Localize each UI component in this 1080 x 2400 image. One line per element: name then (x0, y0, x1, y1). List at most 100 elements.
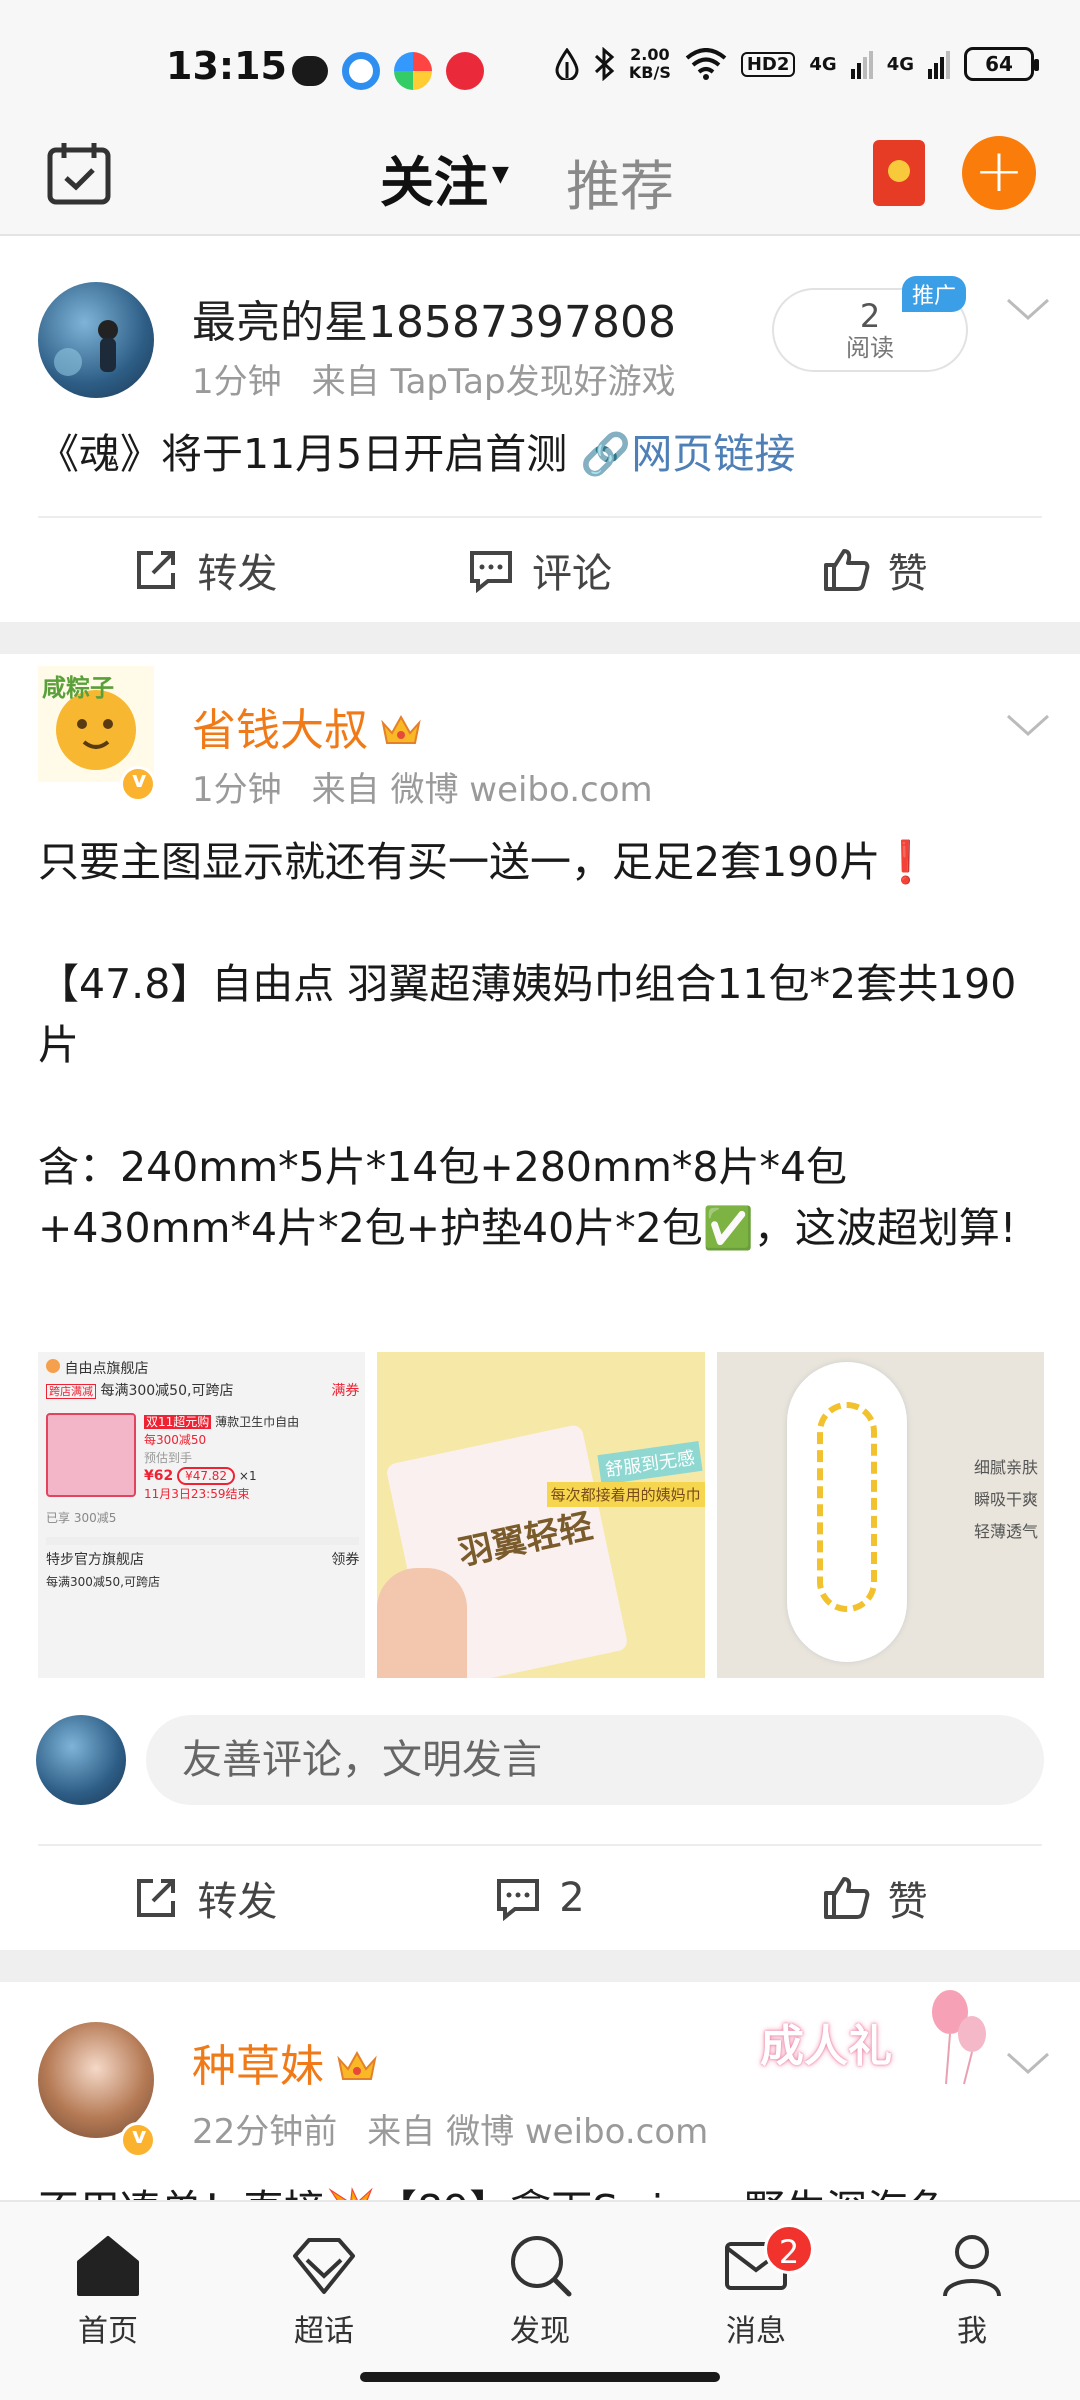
post-time: 22分钟前 (192, 2112, 338, 2152)
user-icon (943, 2235, 1001, 2297)
web-link-label: 网页链接 (631, 430, 796, 478)
comment-input[interactable]: 友善评论，文明发言 (146, 1715, 1044, 1805)
post-actions: 转发 2 赞 (38, 1844, 1042, 1950)
username[interactable]: 种草妹 (192, 2030, 378, 2094)
birthday-badge: 成人礼 (750, 1988, 990, 2088)
search-icon (511, 2236, 572, 2297)
signal-1: 4G (809, 53, 837, 75)
post-source[interactable]: 来自 微博 weibo.com (312, 770, 653, 810)
comment-button[interactable]: 评论 (373, 518, 708, 622)
price-main: ¥62 (144, 1468, 174, 1484)
nav-messages-label: 消息 (726, 2314, 786, 2349)
post-time: 1分钟 (192, 770, 282, 810)
promo-line: 跨店满减 每满300减50,可跨店 满券 (46, 1380, 359, 1403)
quantity: ×1 (238, 1469, 257, 1483)
post-meta: 1分钟 来自 TapTap发现好游戏 (192, 354, 676, 403)
repost-button[interactable]: 转发 (38, 1846, 373, 1950)
comment-count: 2 (559, 1875, 585, 1921)
vip-crown-icon (337, 2050, 377, 2080)
chevron-down-icon[interactable] (1006, 2052, 1050, 2076)
tab-follow[interactable]: 关注 ▼ (378, 138, 509, 217)
nav-home[interactable]: 首页 (38, 2230, 178, 2350)
image-caption: 舒服到无感 (597, 1441, 703, 1485)
bottom-navigation: 首页 超话 发现 消息 2 我 (0, 2200, 1080, 2400)
web-link[interactable]: 🔗网页链接 (580, 430, 795, 478)
red-packet-icon[interactable] (873, 140, 925, 206)
post-image[interactable]: 细腻亲肤 瞬吸干爽 轻薄透气 (716, 1352, 1044, 1678)
discount-tag: 每300减50 (144, 1433, 207, 1447)
comment-icon (470, 551, 512, 593)
promo-text: 每满300减50,可跨店 (100, 1383, 234, 1399)
status-bar: 13:15 2.00 KB/S HD2 4G 4G 64 (0, 0, 1080, 130)
price-after: ¥47.82 (177, 1467, 236, 1485)
wechat-icon (292, 56, 328, 86)
chevron-down-icon[interactable] (1006, 714, 1050, 738)
username[interactable]: 省钱大叔 (192, 694, 422, 758)
dropdown-caret-icon: ▼ (492, 162, 509, 187)
post-source[interactable]: 来自 微博 weibo.com (367, 2112, 708, 2152)
like-button[interactable]: 赞 (707, 1846, 1042, 1950)
my-avatar (36, 1715, 126, 1805)
post-image[interactable]: 羽翼轻轻 舒服到无感 每次都接着用的姨妈巾 (377, 1352, 705, 1678)
tab-follow-label: 关注 (380, 151, 488, 214)
post-image[interactable]: 自由点旗舰店 跨店满减 每满300减50,可跨店 满券 双11超元购 薄款卫生巾… (38, 1352, 366, 1678)
repost-button[interactable]: 转发 (38, 518, 373, 622)
shop-name-label: 自由点旗舰店 (64, 1361, 149, 1377)
post-source[interactable]: 来自 TapTap发现好游戏 (312, 362, 676, 402)
nav-discover[interactable]: 发现 (470, 2230, 610, 2350)
hd-voice-icon: HD2 (740, 51, 796, 77)
post-card[interactable]: 种草妹 22分钟前来自 微博 weibo.com 成人礼 不用凑单！直接💥【89… (0, 1982, 1080, 2200)
post-card[interactable]: 咸粽子 省钱大叔 1分钟来自 微博 weibo.com 只要主图显示就还有买一送… (0, 654, 1080, 1950)
avatar-image (54, 320, 118, 376)
avatar[interactable] (38, 2022, 154, 2138)
tab-recommend[interactable]: 推荐 (566, 142, 674, 221)
post-card[interactable]: 最亮的星18587397808 1分钟 来自 TapTap发现好游戏 2 阅读 推… (0, 238, 1080, 622)
shop-screenshot: 自由点旗舰店 跨店满减 每满300减50,可跨店 满券 双11超元购 薄款卫生巾… (46, 1358, 360, 1593)
top-navigation: 关注 ▼ 推荐 + (0, 130, 1080, 236)
nav-me[interactable]: 我 (902, 2230, 1042, 2350)
nav-super-topic[interactable]: 超话 (254, 2230, 394, 2350)
image-caption: 每次都接着用的姨妈巾 (546, 1482, 705, 1507)
avatar[interactable] (38, 282, 154, 398)
notification-icons (292, 52, 484, 90)
compose-plus-button[interactable]: + (962, 136, 1036, 210)
bluetooth-icon (594, 47, 615, 81)
avatar[interactable]: 咸粽子 (38, 666, 154, 782)
network-speed: 2.00 KB/S (629, 46, 671, 82)
feature-label: 轻薄透气 (973, 1522, 1038, 1541)
post-meta: 1分钟 来自 微博 weibo.com (192, 762, 653, 811)
data-saver-icon (555, 48, 579, 80)
post-meta: 22分钟前 来自 微博 weibo.com (192, 2104, 708, 2153)
product-info: 双11超元购 薄款卫生巾自由 每300减50 预估到手 ¥62 ¥47.82 ×… (144, 1413, 299, 1503)
username-label: 省钱大叔 (192, 705, 368, 756)
chevron-down-icon[interactable] (1006, 298, 1050, 322)
calendar-icon[interactable] (46, 140, 112, 206)
repost-icon (137, 1879, 176, 1917)
cross-store-tag: 跨店满减 (46, 1384, 96, 1399)
nav-home-label: 首页 (78, 2314, 138, 2349)
deadline: 11月3日23:59结束 (144, 1487, 250, 1501)
username-label: 种草妹 (192, 2041, 324, 2092)
post-text-body: 《魂》将于11月5日开启首测 (38, 430, 581, 478)
feature-label: 细腻亲肤 (973, 1458, 1038, 1477)
link-icon: 🔗 (580, 430, 632, 478)
gesture-home-bar[interactable] (360, 2372, 720, 2382)
shop-name: 自由点旗舰店 (46, 1358, 359, 1380)
post-actions: 转发 评论 赞 (38, 516, 1042, 622)
promo-text-2: 每满300减50,可跨店 (46, 1575, 160, 1589)
checkbox-icon (46, 1359, 60, 1373)
like-button[interactable]: 赞 (707, 518, 1042, 622)
username[interactable]: 最亮的星18587397808 (192, 286, 676, 350)
battery-indicator: 64 (964, 47, 1039, 81)
like-label: 赞 (887, 1879, 928, 1925)
product-tag: 双11超元购 (144, 1415, 212, 1429)
status-right: 2.00 KB/S HD2 4G 4G 64 (555, 46, 1039, 82)
product-title: 薄款卫生巾自由 (215, 1415, 300, 1429)
read-label: 阅读 (846, 334, 894, 362)
pad-features: 细腻亲肤 瞬吸干爽 轻薄透气 (974, 1452, 1038, 1548)
verified-badge-icon (120, 2122, 156, 2158)
nav-messages[interactable]: 消息 2 (686, 2224, 826, 2350)
comment-button[interactable]: 2 (373, 1846, 708, 1950)
status-time: 13:15 (166, 44, 287, 88)
shop2-label: 特步官方旗舰店 (46, 1552, 144, 1568)
